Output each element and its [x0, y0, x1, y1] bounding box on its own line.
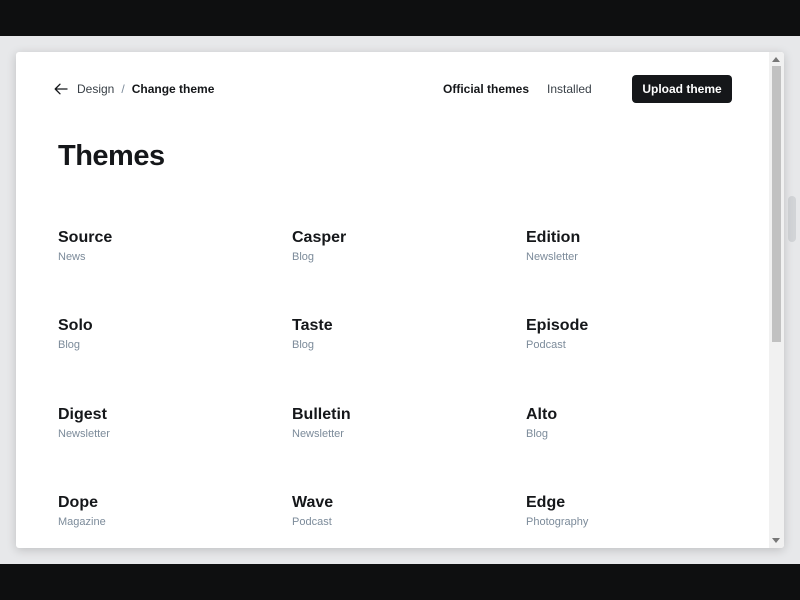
upload-theme-button[interactable]: Upload theme [632, 75, 732, 103]
arrow-left-icon[interactable] [53, 81, 69, 97]
change-theme-modal: Design / Change theme Official themes In… [16, 52, 784, 548]
theme-category: Newsletter [58, 428, 110, 440]
modal-scrollbar[interactable] [769, 52, 784, 548]
theme-name: Episode [526, 317, 589, 334]
scroll-down-arrow-icon[interactable] [772, 538, 780, 543]
theme-card[interactable]: Solo Blog [58, 316, 258, 352]
modal-header: Design / Change theme Official themes In… [16, 74, 769, 104]
scroll-up-arrow-icon[interactable] [772, 57, 780, 62]
theme-card[interactable]: Dope Magazine [58, 493, 258, 529]
theme-card[interactable]: Alto Blog [526, 405, 726, 441]
tab-official-themes[interactable]: Official themes [443, 82, 529, 96]
theme-name: Digest [58, 406, 107, 423]
theme-category: Magazine [58, 516, 106, 528]
theme-category: Newsletter [526, 251, 578, 263]
theme-category: Podcast [526, 339, 566, 351]
breadcrumb: Design / Change theme [53, 74, 214, 104]
page-scrollbar-thumb[interactable] [788, 196, 796, 242]
theme-category: News [58, 251, 86, 263]
theme-category: Blog [526, 428, 549, 440]
theme-tabs: Official themes Installed [443, 74, 592, 104]
breadcrumb-current: Change theme [131, 82, 215, 96]
theme-name: Edge [526, 494, 566, 511]
tab-installed[interactable]: Installed [547, 82, 592, 96]
theme-card[interactable]: Taste Blog [292, 316, 492, 352]
theme-category: Blog [292, 339, 315, 351]
theme-name: Source [58, 229, 113, 246]
theme-card[interactable]: Edge Photography [526, 493, 726, 529]
theme-name: Casper [292, 229, 347, 246]
theme-name: Edition [526, 229, 581, 246]
theme-name: Solo [58, 317, 93, 334]
theme-card[interactable]: Source News [58, 228, 258, 264]
theme-category: Newsletter [292, 428, 344, 440]
theme-name: Taste [292, 317, 333, 334]
breadcrumb-separator: / [121, 82, 125, 96]
theme-card[interactable]: Bulletin Newsletter [292, 405, 492, 441]
modal-scrollbar-thumb[interactable] [772, 66, 781, 342]
theme-card[interactable]: Casper Blog [292, 228, 492, 264]
theme-category: Blog [292, 251, 315, 263]
theme-name: Alto [526, 406, 558, 423]
theme-category: Podcast [292, 516, 332, 528]
theme-name: Wave [292, 494, 334, 511]
theme-category: Blog [58, 339, 81, 351]
theme-category: Photography [526, 516, 589, 528]
theme-card[interactable]: Edition Newsletter [526, 228, 726, 264]
theme-name: Bulletin [292, 406, 351, 423]
breadcrumb-design-link[interactable]: Design [77, 82, 114, 96]
theme-card[interactable]: Digest Newsletter [58, 405, 258, 441]
page-title: Themes [58, 140, 165, 172]
page-scrollbar[interactable] [784, 36, 800, 564]
theme-name: Dope [58, 494, 98, 511]
theme-card[interactable]: Wave Podcast [292, 493, 492, 529]
theme-card[interactable]: Episode Podcast [526, 316, 726, 352]
